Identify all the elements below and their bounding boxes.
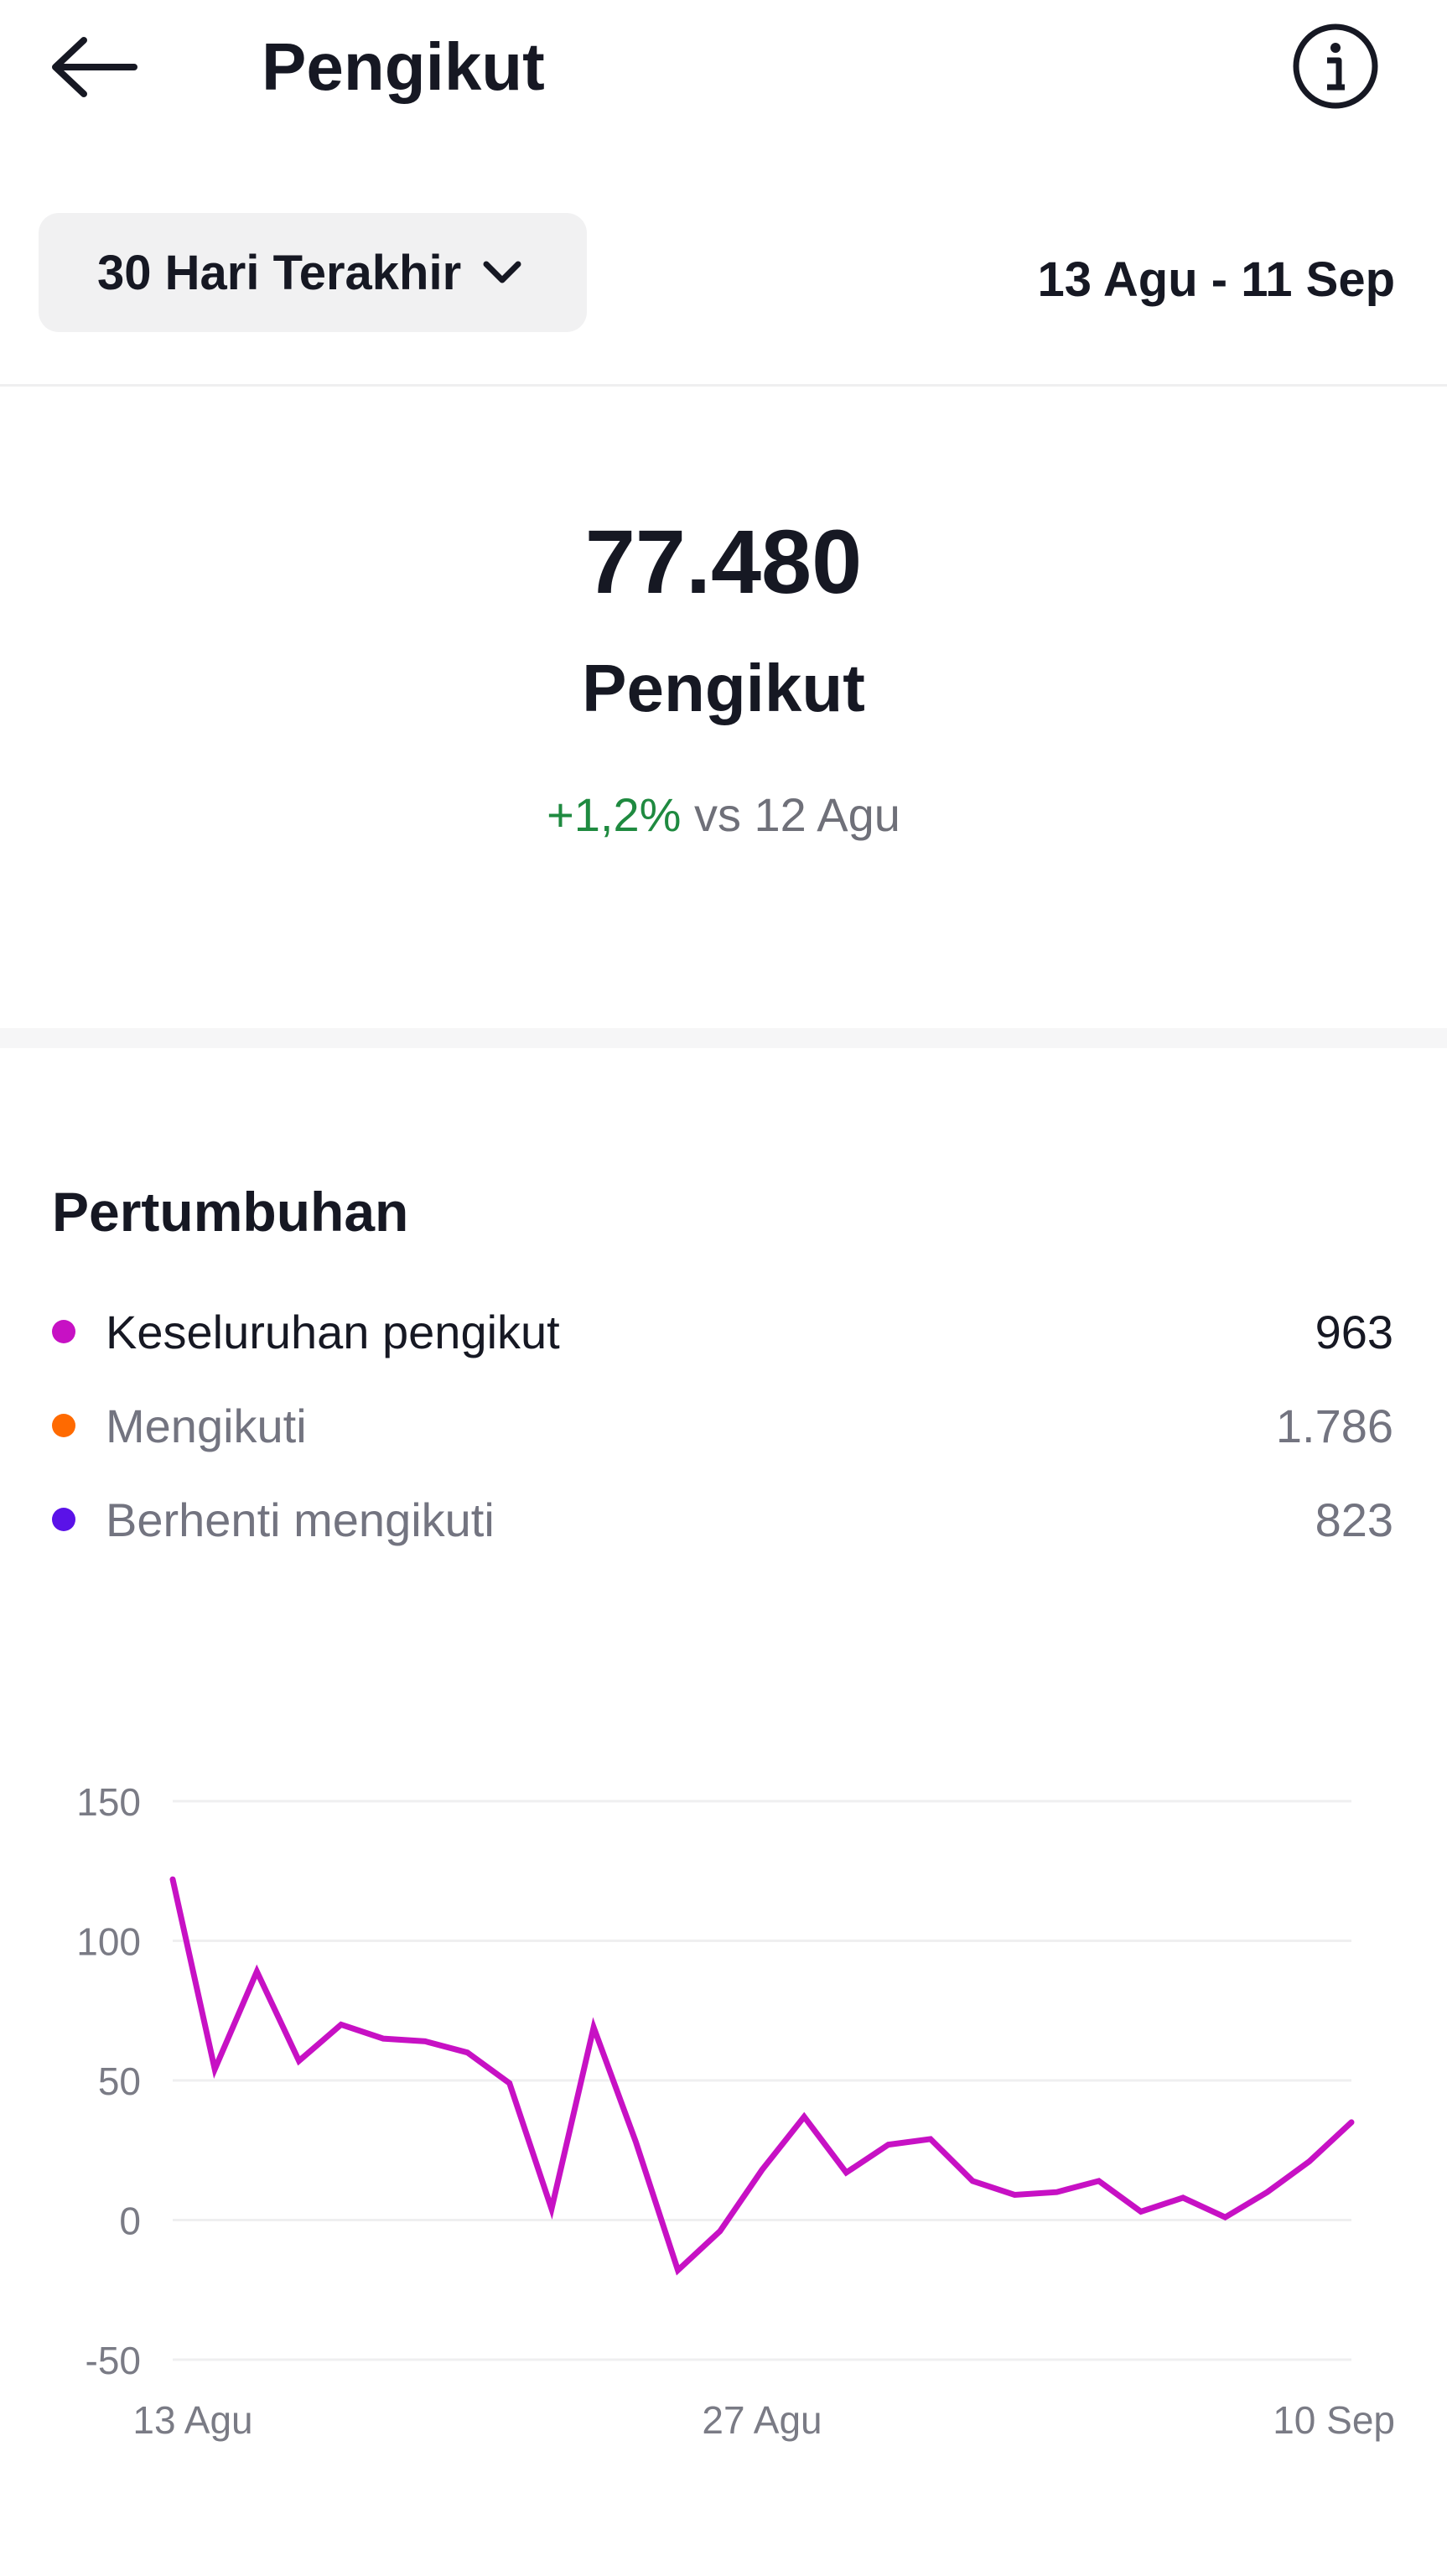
legend-row-follows[interactable]: Mengikuti 1.786 (52, 1392, 1393, 1459)
growth-chart[interactable]: 150 100 50 0 -50 13 Agu 27 Agu 10 Sep (0, 1744, 1447, 2449)
growth-section-title: Pertumbuhan (52, 1181, 409, 1243)
back-arrow-icon (52, 37, 137, 97)
date-range-dropdown-label: 30 Hari Terakhir (97, 245, 462, 300)
x-tick-label: 27 Agu (702, 2398, 822, 2442)
y-tick-label: 0 (119, 2199, 141, 2243)
legend-label: Mengikuti (106, 1399, 307, 1452)
back-button[interactable] (50, 34, 143, 101)
followers-count: 77.480 (584, 511, 863, 612)
legend-value: 1.786 (1275, 1399, 1393, 1452)
legend-label: Keseluruhan pengikut (106, 1305, 560, 1358)
chevron-down-icon (483, 261, 521, 283)
info-icon (1293, 23, 1378, 109)
change-comparison: vs 12 Agu (681, 788, 900, 841)
legend-value: 963 (1315, 1305, 1393, 1358)
date-range-text: 13 Agu - 11 Sep (1037, 252, 1395, 307)
y-tick-label: 150 (76, 1780, 141, 1824)
legend-dot (52, 1414, 75, 1437)
info-button[interactable] (1291, 22, 1380, 111)
app-header: Pengikut (0, 0, 1447, 134)
section-divider (0, 1028, 1447, 1048)
legend-label: Berhenti mengikuti (106, 1493, 495, 1546)
y-tick-label: -50 (86, 2339, 141, 2382)
followers-label: Pengikut (582, 651, 865, 725)
series-line (169, 1876, 1355, 2276)
date-range-dropdown[interactable]: 30 Hari Terakhir (39, 213, 587, 332)
x-tick-label: 10 Sep (1273, 2398, 1395, 2442)
legend-dot (52, 1508, 75, 1531)
change-percentage: +1,2% (547, 788, 682, 841)
y-tick-label: 50 (98, 2059, 141, 2103)
followers-change: +1,2% vs 12 Agu (0, 782, 1447, 849)
page-title: Pengikut (262, 29, 545, 104)
legend-dot (52, 1320, 75, 1343)
legend-row-total-followers[interactable]: Keseluruhan pengikut 963 (52, 1298, 1393, 1365)
x-tick-label: 13 Agu (132, 2398, 252, 2442)
legend-row-unfollows[interactable]: Berhenti mengikuti 823 (52, 1486, 1393, 1553)
growth-line-chart: 150 100 50 0 -50 13 Agu 27 Agu 10 Sep (76, 1780, 1395, 2442)
y-tick-label: 100 (76, 1920, 141, 1964)
legend-value: 823 (1315, 1493, 1393, 1546)
divider (0, 384, 1447, 387)
